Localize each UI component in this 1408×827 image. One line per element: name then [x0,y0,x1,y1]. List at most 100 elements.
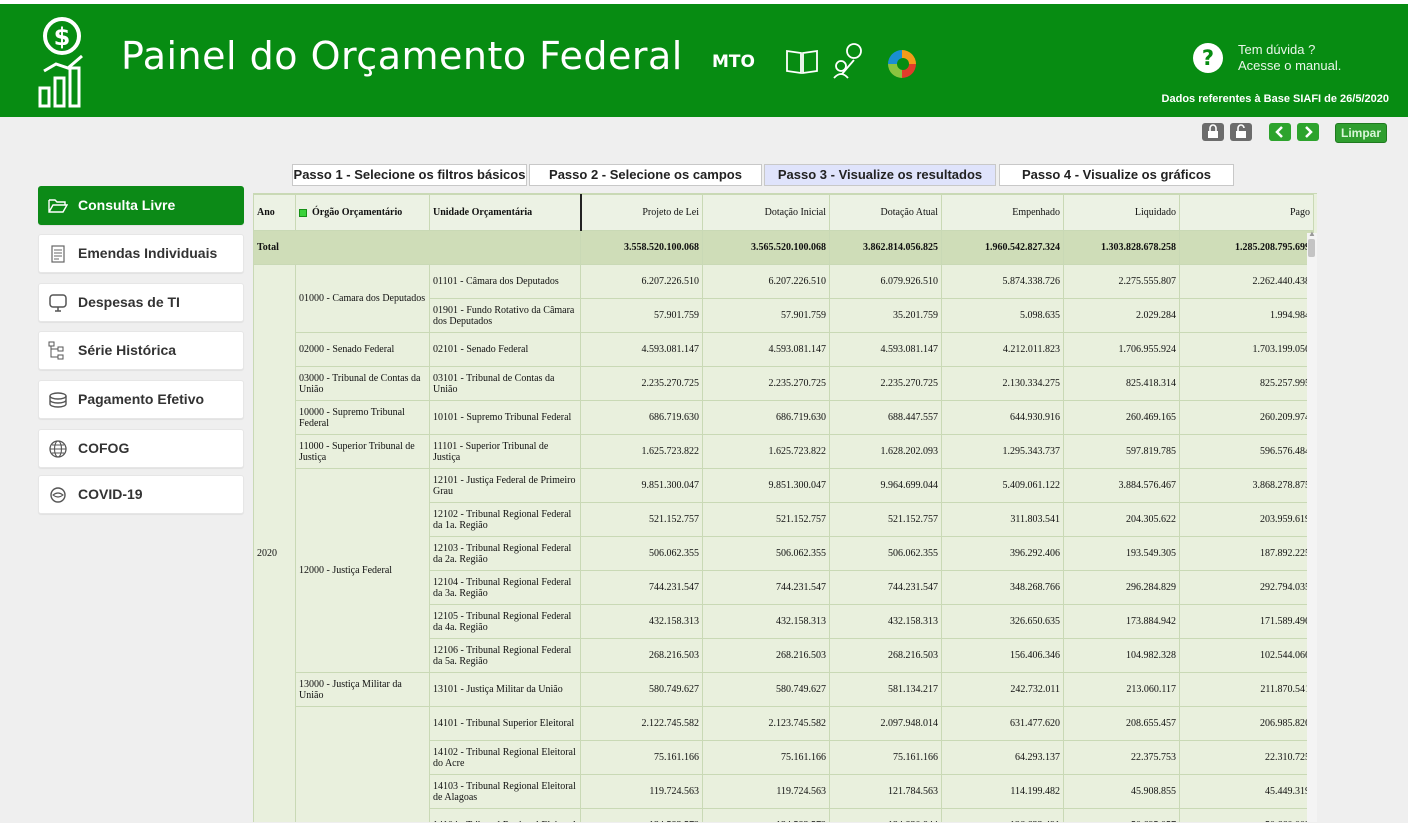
liquidado-cell: 3.884.576.467 [1063,468,1180,503]
col-header-ano[interactable]: Ano [253,194,296,231]
empenhado-cell: 64.293.137 [941,740,1064,775]
lock-icon[interactable] [1202,123,1224,141]
sidebar-item-cofog[interactable]: COFOG [38,429,244,468]
unidade-cell: 14103 - Tribunal Regional Eleitoral de A… [429,774,581,809]
col-header-projeto[interactable]: Projeto de Lei [580,194,703,231]
projeto-cell: 744.231.547 [580,570,703,605]
sidebar-item-pagamento-efetivo[interactable]: Pagamento Efetivo [38,380,244,419]
sidebar-item-emendas-individuais[interactable]: Emendas Individuais [38,234,244,273]
projeto-cell: 9.851.300.047 [580,468,703,503]
orgao-cell: 01000 - Camara dos Deputados [295,264,430,333]
col-header-dotacao-inicial[interactable]: Dotação Inicial [702,194,830,231]
sidebar-item-label: Série Histórica [78,342,177,358]
sidebar-item-consulta-livre[interactable]: Consulta Livre [38,186,244,225]
projeto-cell: 57.901.759 [580,298,703,333]
table-row: 12000 - Justiça Federal 12101 - Justiça F… [254,468,1314,673]
empenhado-cell: 631.477.620 [941,706,1064,741]
sidebar-item-covid-19[interactable]: COVID-19 [38,475,244,514]
liquidado-cell: 260.469.165 [1063,400,1180,435]
table-row: 11000 - Superior Tribunal de Justiça 1110… [254,434,1314,469]
pago-cell: 1.703.199.056 [1179,332,1314,367]
help-link[interactable]: Tem dúvida ? Acesse o manual. [1238,42,1341,74]
data-rows: 2020 01000 - Camara dos Deputados 01101 - … [253,264,1314,822]
empenhado-cell: 5.874.338.726 [941,264,1064,299]
dotacao-atual-cell: 121.784.563 [829,774,942,809]
projeto-cell: 432.158.313 [580,604,703,639]
pago-cell: 102.544.066 [1179,638,1314,673]
scroll-thumb[interactable] [1308,239,1315,257]
checkbox-icon[interactable] [299,208,307,217]
empenhado-cell: 326.650.635 [941,604,1064,639]
scroll-up-arrow-icon[interactable]: ▲ [1308,229,1316,238]
tab-passo-4[interactable]: Passo 4 - Visualize os gráficos [999,164,1234,186]
results-table: Ano Órgão Orçamentário Unidade Orçamentá… [253,194,1314,822]
col-header-pago[interactable]: Pago [1179,194,1314,231]
dotacao-atual-cell: 6.079.926.510 [829,264,942,299]
virus-icon [50,487,66,503]
liquidado-cell: 825.418.314 [1063,366,1180,401]
liquidado-cell: 296.284.829 [1063,570,1180,605]
dotacao-inicial-cell: 75.161.166 [702,740,830,775]
chevron-left-icon[interactable] [1269,123,1291,141]
dotacao-atual-cell: 432.158.313 [829,604,942,639]
table-row: 14101 - Tribunal Superior Eleitoral 2.122… [254,706,1314,822]
orgao-cell: 13000 - Justiça Militar da União [295,672,430,707]
svg-text:$: $ [54,23,71,51]
mto-link[interactable]: MTO [712,52,755,72]
tab-passo-3[interactable]: Passo 3 - Visualize os resultados [764,164,996,186]
unidade-cell: 02101 - Senado Federal [429,332,581,367]
book-icon[interactable] [784,46,820,76]
pago-cell: 22.310.725 [1179,740,1314,775]
svg-text:?: ? [1202,46,1214,70]
pago-cell: 2.262.440.438 [1179,264,1314,299]
pago-cell: 45.449.319 [1179,774,1314,809]
unidade-cell: 14104 - Tribunal Regional Eleitoral [429,808,581,822]
unidade-cell: 14101 - Tribunal Superior Eleitoral [429,706,581,741]
pago-cell: 203.959.619 [1179,502,1314,537]
tab-passo-1[interactable]: Passo 1 - Selecione os filtros básicos [292,164,527,186]
limpar-button[interactable]: Limpar [1335,123,1388,143]
projeto-cell: 119.724.563 [580,774,703,809]
sidebar-item-label: Consulta Livre [78,197,176,213]
empenhado-cell: 126.633.491 [941,808,1064,822]
liquidado-cell: 208.655.457 [1063,706,1180,741]
dotacao-inicial-cell: 521.152.757 [702,502,830,537]
sidebar-item-label: COVID-19 [78,486,143,502]
chevron-right-icon[interactable] [1297,123,1319,141]
dotacao-inicial-cell: 9.851.300.047 [702,468,830,503]
help-icon[interactable]: ? [1192,42,1224,74]
empenhado-cell: 348.268.766 [941,570,1064,605]
orgao-cell: 11000 - Superior Tribunal de Justiça [295,434,430,469]
empenhado-cell: 5.409.061.122 [941,468,1064,503]
dotacao-atual-cell: 9.964.699.044 [829,468,942,503]
liquidado-cell: 22.375.753 [1063,740,1180,775]
dotacao-inicial-cell: 2.235.270.725 [702,366,830,401]
table-scrollbar[interactable]: ▲ [1307,229,1317,822]
unlock-icon[interactable] [1230,123,1252,141]
page-title: Painel do Orçamento Federal [121,34,683,78]
col-header-empenhado[interactable]: Empenhado [941,194,1064,231]
col-header-liquidado[interactable]: Liquidado [1063,194,1180,231]
sidebar-item-despesas-de-ti[interactable]: Despesas de TI [38,283,244,322]
sidebar-item-label: Emendas Individuais [78,245,218,261]
col-header-unidade[interactable]: Unidade Orçamentária [429,194,582,231]
colored-circle-logo[interactable] [886,48,918,80]
sidebar-item-serie-historica[interactable]: Série Histórica [38,331,244,370]
liquidado-cell: 50.695.057 [1063,808,1180,822]
table-row: 10000 - Supremo Tribunal Federal 10101 - … [254,400,1314,435]
col-header-dotacao-atual[interactable]: Dotação Atual [829,194,942,231]
people-icon[interactable] [832,42,866,80]
liquidado-cell: 104.982.328 [1063,638,1180,673]
total-dotacao-atual: 3.862.814.056.825 [829,230,942,265]
empenhado-cell: 644.930.916 [941,400,1064,435]
dotacao-atual-cell: 35.201.759 [829,298,942,333]
projeto-cell: 506.062.355 [580,536,703,571]
dotacao-atual-cell: 134.830.844 [829,808,942,822]
pago-cell: 50.660.003 [1179,808,1314,822]
empenhado-cell: 242.732.011 [941,672,1064,707]
tab-passo-2[interactable]: Passo 2 - Selecione os campos [529,164,762,186]
col-header-orgao[interactable]: Órgão Orçamentário [295,194,430,231]
pago-cell: 206.985.826 [1179,706,1314,741]
unidade-cell: 12105 - Tribunal Regional Federal da 4a.… [429,604,581,639]
total-projeto: 3.558.520.100.068 [580,230,703,265]
